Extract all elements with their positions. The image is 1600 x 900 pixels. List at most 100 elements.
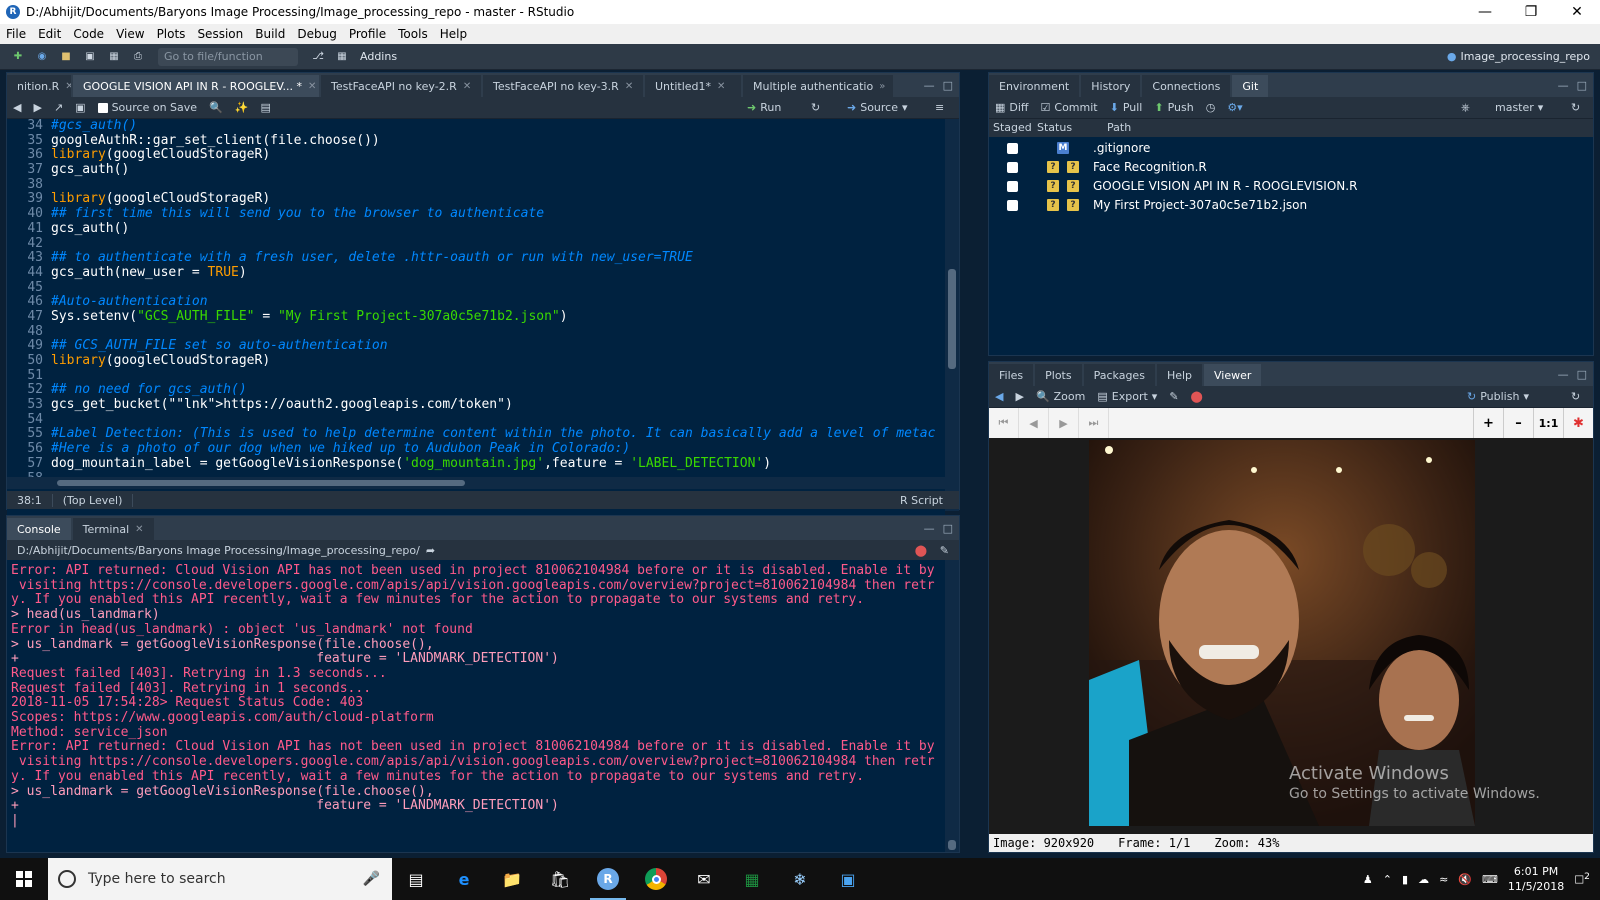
outline-icon[interactable]: ≡ — [935, 101, 944, 114]
code-line[interactable]: 57 dog_mountain_label = getGoogleVisionRe… — [7, 456, 945, 472]
rstudio-taskbar-icon[interactable]: R — [584, 858, 632, 900]
code-line[interactable]: 35 googleAuthR::gar_set_client(file.choos… — [7, 133, 945, 149]
close-tab-icon[interactable]: ✕ — [135, 524, 143, 535]
next-frame-icon[interactable]: ▶ — [1049, 408, 1079, 438]
scrollbar-thumb[interactable] — [948, 269, 956, 369]
scrollbar-thumb[interactable] — [948, 840, 956, 850]
scrollbar-thumb[interactable] — [57, 480, 465, 486]
more-tabs-icon[interactable]: » — [879, 81, 885, 92]
close-tab-icon[interactable]: ✕ — [463, 81, 471, 92]
refresh-icon[interactable]: ↻ — [1571, 390, 1580, 403]
code-line[interactable]: 47 Sys.setenv("GCS_AUTH_FILE" = "My First… — [7, 309, 945, 325]
forward-arrow-icon[interactable]: ▶ — [1015, 390, 1023, 403]
addins-menu[interactable]: Addins — [360, 50, 397, 63]
menu-session[interactable]: Session — [191, 27, 249, 41]
tab-testfaceapi-3[interactable]: TestFaceAPI no key-3.R ✕ — [483, 75, 643, 97]
code-line[interactable]: 36 library(googleCloudStorageR) — [7, 148, 945, 163]
push-button[interactable]: ⬆ Push — [1154, 101, 1193, 114]
save-file-icon[interactable]: ▣ — [75, 101, 85, 114]
code-line[interactable]: 53 gcs_get_bucket(""lnk">https://oauth2.g… — [7, 397, 945, 413]
gear-icon[interactable]: ⚙▾ — [1227, 101, 1242, 114]
maximize-pane-icon[interactable]: □ — [943, 522, 953, 535]
store-icon[interactable]: 🛍 — [536, 858, 584, 900]
minimize-pane-icon[interactable]: — — [1558, 368, 1569, 381]
code-line[interactable]: 50 library(googleCloudStorageR) — [7, 353, 945, 369]
tab-packages[interactable]: Packages — [1083, 364, 1155, 386]
menu-tools[interactable]: Tools — [392, 27, 434, 41]
close-tab-icon[interactable]: ✕ — [625, 81, 633, 92]
forward-arrow-icon[interactable]: ▶ — [33, 101, 41, 114]
snipping-tool-icon[interactable]: ❄ — [776, 858, 824, 900]
tab-history[interactable]: History — [1081, 75, 1141, 97]
tab-terminal[interactable]: Terminal ✕ — [72, 518, 154, 540]
menu-code[interactable]: Code — [67, 27, 110, 41]
find-icon[interactable]: 🔍 — [209, 101, 223, 114]
code-line[interactable]: 40 ## first time this will send you to th… — [7, 206, 945, 222]
new-project-icon[interactable]: ◉ — [33, 49, 51, 65]
task-view-icon[interactable]: ▤ — [392, 858, 440, 900]
run-button[interactable]: ➜ Run — [747, 101, 781, 114]
last-frame-icon[interactable]: ⏭ — [1079, 408, 1109, 438]
back-arrow-icon[interactable]: ◀ — [13, 101, 21, 114]
battery-icon[interactable]: ▮ — [1402, 873, 1408, 886]
pull-button[interactable]: ⬇ Pull — [1110, 101, 1143, 114]
scope-selector[interactable]: (Top Level) — [53, 493, 134, 507]
staged-checkbox[interactable] — [1007, 143, 1018, 154]
code-line[interactable]: 45 — [7, 280, 945, 296]
code-line[interactable]: 54 — [7, 412, 945, 428]
wifi-icon[interactable]: ≈ — [1439, 873, 1448, 886]
git-file-row[interactable]: M .gitignore — [989, 139, 1593, 158]
minimize-pane-icon[interactable]: — — [924, 522, 935, 535]
people-icon[interactable]: ♟ — [1363, 873, 1373, 886]
tab-google-vision[interactable]: GOOGLE VISION API IN R - ROOGLEV... * ✕ — [73, 75, 319, 97]
menu-edit[interactable]: Edit — [32, 27, 67, 41]
tab-git[interactable]: Git — [1232, 75, 1269, 97]
console-output[interactable]: Error: API returned: Cloud Vision API ha… — [11, 564, 943, 848]
close-image-icon[interactable]: ✱ — [1563, 408, 1593, 438]
actual-size-button[interactable]: 1:1 — [1533, 408, 1563, 438]
tab-testfaceapi-2[interactable]: TestFaceAPI no key-2.R ✕ — [321, 75, 481, 97]
restore-button[interactable]: ❐ — [1508, 0, 1554, 24]
staged-checkbox[interactable] — [1007, 181, 1018, 192]
maximize-pane-icon[interactable]: □ — [943, 79, 953, 92]
maximize-pane-icon[interactable]: □ — [1577, 79, 1587, 92]
taskbar-search-input[interactable]: Type here to search 🎤 — [48, 858, 392, 900]
code-line[interactable]: 43 ## to authenticate with a fresh user, … — [7, 250, 945, 266]
close-tab-icon[interactable]: ✕ — [717, 81, 725, 92]
minimize-pane-icon[interactable]: — — [1558, 79, 1569, 92]
microphone-icon[interactable]: 🎤 — [363, 871, 380, 887]
mail-icon[interactable]: ✉ — [680, 858, 728, 900]
menu-debug[interactable]: Debug — [291, 27, 342, 41]
previous-frame-icon[interactable]: ◀ — [1019, 408, 1049, 438]
code-tools-icon[interactable]: ✨ — [235, 101, 249, 114]
excel-icon[interactable]: ▦ — [728, 858, 776, 900]
new-branch-icon[interactable]: ⎈ — [1461, 101, 1470, 115]
commit-button[interactable]: ☑ Commit — [1041, 101, 1098, 114]
history-clock-icon[interactable]: ◷ — [1206, 101, 1216, 114]
branch-selector[interactable]: master ▾ — [1495, 101, 1543, 114]
refresh-icon[interactable]: ↻ — [1571, 101, 1580, 114]
code-line[interactable]: 48 — [7, 324, 945, 340]
code-line[interactable]: 42 — [7, 236, 945, 252]
code-line[interactable]: 51 — [7, 368, 945, 384]
clock[interactable]: 6:01 PM 11/5/2018 — [1508, 864, 1564, 894]
diff-button[interactable]: ▦ Diff — [995, 101, 1029, 114]
project-menu[interactable]: ● Image_processing_repo — [1447, 50, 1590, 63]
onedrive-cloud-icon[interactable]: ☁ — [1418, 873, 1429, 886]
minimize-button[interactable]: — — [1462, 0, 1508, 24]
source-on-save-checkbox[interactable]: Source on Save — [97, 101, 197, 114]
close-tab-icon[interactable]: ✕ — [308, 81, 316, 92]
workspace-panes-icon[interactable]: ▦ — [333, 49, 351, 65]
app-window-icon[interactable]: ▣ — [824, 858, 872, 900]
save-all-icon[interactable]: ▦ — [105, 49, 123, 65]
go-to-directory-icon[interactable]: ➦ — [426, 544, 435, 557]
edge-browser-icon[interactable]: e — [440, 858, 488, 900]
minimize-pane-icon[interactable]: — — [924, 79, 935, 92]
maximize-pane-icon[interactable]: □ — [1577, 368, 1587, 381]
tab-connections[interactable]: Connections — [1142, 75, 1231, 97]
code-line[interactable]: 41 gcs_auth() — [7, 221, 945, 237]
tab-multiple-auth[interactable]: Multiple authenticatio » — [743, 75, 893, 97]
zoom-out-button[interactable]: – — [1503, 408, 1533, 438]
code-line[interactable]: 44 gcs_auth(new_user = TRUE) — [7, 265, 945, 281]
start-button[interactable] — [0, 858, 48, 900]
